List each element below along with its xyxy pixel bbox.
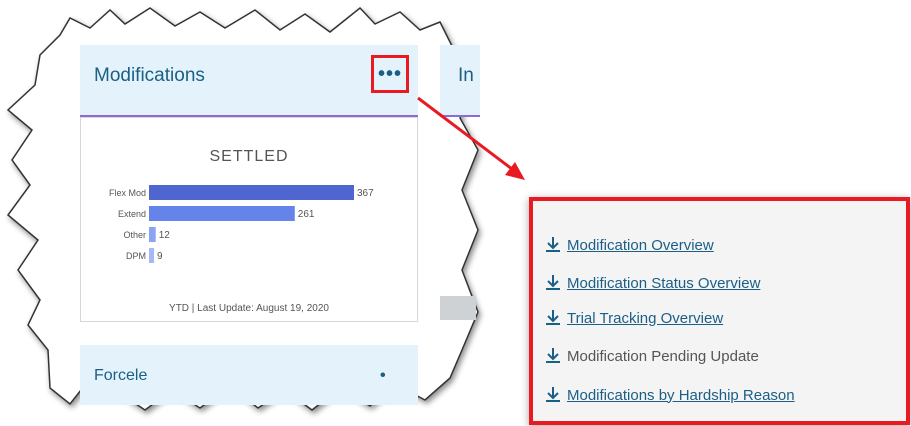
menu-item-modification-status-overview[interactable]: Modification Status Overview xyxy=(543,269,760,297)
download-icon xyxy=(546,275,560,290)
menu-item-label: Modifications by Hardship Reason xyxy=(567,386,795,404)
download-icon xyxy=(546,310,560,325)
download-icon xyxy=(546,237,560,252)
menu-item-trial-tracking-overview[interactable]: Trial Tracking Overview xyxy=(543,304,723,332)
menu-item-label: Trial Tracking Overview xyxy=(567,309,724,327)
menu-item-modification-overview[interactable]: Modification Overview xyxy=(543,231,714,259)
options-menu: Modification Overview Modification Statu… xyxy=(529,197,910,425)
menu-item-modifications-by-hardship-reason[interactable]: Modifications by Hardship Reason xyxy=(543,381,795,409)
menu-item-label: Modification Overview xyxy=(567,236,714,254)
download-icon xyxy=(546,348,560,363)
menu-item-label: Modification Status Overview xyxy=(567,274,761,292)
download-icon xyxy=(546,387,560,402)
menu-item-modification-pending-update[interactable]: Modification Pending Update xyxy=(543,342,759,370)
menu-item-label: Modification Pending Update xyxy=(567,347,759,365)
